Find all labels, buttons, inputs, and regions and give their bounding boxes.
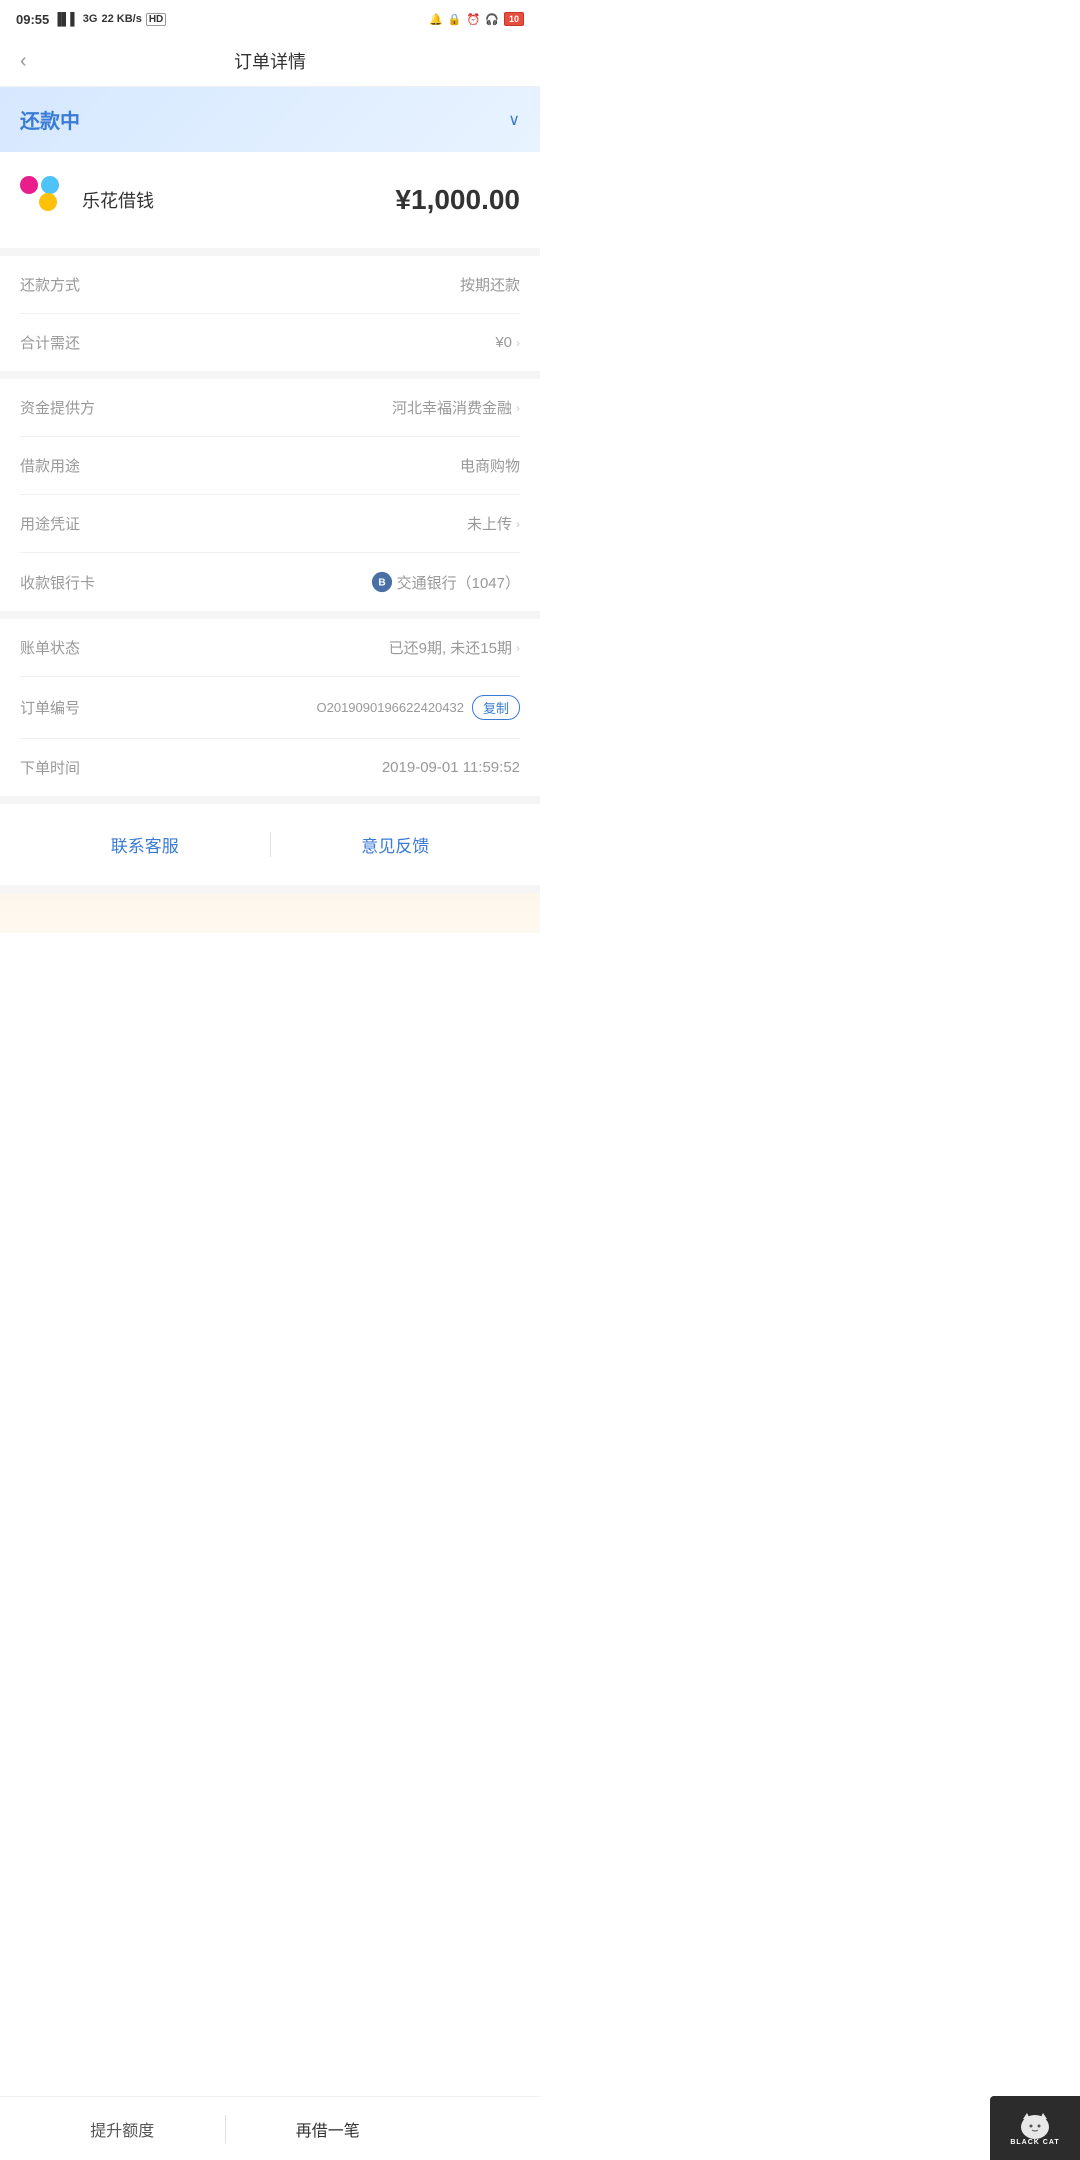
loan-purpose-value: 电商购物 — [460, 455, 520, 476]
logo-circle-yellow — [39, 193, 57, 211]
hd-icon: HD — [146, 13, 166, 26]
arrow-right-icon: › — [516, 336, 520, 350]
total-repay-label: 合计需还 — [20, 332, 80, 353]
order-time-label: 下单时间 — [20, 757, 80, 778]
battery-display: 10 — [504, 12, 524, 26]
repayment-method-label: 还款方式 — [20, 274, 80, 295]
loan-logo — [20, 176, 68, 224]
status-left: 09:55 ▐▌▌ 3G 22 KB/s HD — [16, 12, 166, 27]
vibrate-icon: 🔔 — [429, 13, 443, 26]
purpose-proof-row[interactable]: 用途凭证 未上传 › — [20, 495, 520, 553]
repayment-method-row: 还款方式 按期还款 — [20, 256, 520, 314]
arrow-right-icon-3: › — [516, 517, 520, 531]
warm-bg-area — [0, 893, 540, 933]
action-section: 联系客服 意见反馈 — [0, 804, 540, 893]
watermark-text: BLACK CAT — [1010, 2139, 1059, 2146]
loan-purpose-row: 借款用途 电商购物 — [20, 437, 520, 495]
total-repay-row[interactable]: 合计需还 ¥0 › — [20, 314, 520, 371]
alarm-icon: ⏰ — [467, 13, 481, 26]
order-time-row: 下单时间 2019-09-01 11:59:52 — [20, 739, 520, 796]
logo-circle-blue — [41, 176, 59, 194]
loan-info-left: 乐花借钱 — [20, 176, 154, 224]
bank-logo-icon: B — [371, 571, 393, 593]
borrow-again-button[interactable]: 再借一笔 — [226, 2107, 431, 2151]
arrow-right-icon-4: › — [516, 641, 520, 655]
fund-provider-label: 资金提供方 — [20, 397, 95, 418]
order-info-section: 账单状态 已还9期, 未还15期 › 订单编号 O201909019662242… — [0, 619, 540, 804]
chevron-down-icon: ∨ — [508, 110, 520, 130]
repayment-info-section: 还款方式 按期还款 合计需还 ¥0 › — [0, 256, 540, 379]
signal-icon: ▐▌▌ — [53, 12, 79, 26]
bill-status-label: 账单状态 — [20, 637, 80, 658]
loan-status-text: 还款中 — [20, 105, 80, 134]
bank-card-label: 收款银行卡 — [20, 572, 95, 593]
copy-button[interactable]: 复制 — [472, 695, 520, 720]
watermark: BLACK CAT — [990, 2096, 1080, 2160]
bank-card-row: 收款银行卡 B 交通银行（1047） — [20, 553, 520, 611]
purpose-proof-value[interactable]: 未上传 › — [467, 513, 520, 534]
watermark-content — [1019, 2111, 1051, 2139]
arrow-right-icon-2: › — [516, 401, 520, 415]
total-repay-value[interactable]: ¥0 › — [495, 334, 520, 351]
logo-circle-pink — [20, 176, 38, 194]
status-banner[interactable]: 还款中 ∨ — [0, 87, 540, 152]
loan-amount: ¥1,000.00 — [395, 184, 520, 216]
contact-service-button[interactable]: 联系客服 — [20, 824, 270, 865]
loan-card: 乐花借钱 ¥1,000.00 — [0, 152, 540, 256]
bottom-bar: 提升额度 再借一笔 — [0, 2096, 540, 2160]
svg-text:B: B — [378, 578, 385, 589]
repayment-method-value: 按期还款 — [460, 274, 520, 295]
order-time-value: 2019-09-01 11:59:52 — [382, 759, 520, 776]
time-display: 09:55 — [16, 12, 49, 27]
signal-3g: 3G — [83, 13, 98, 25]
bill-status-row[interactable]: 账单状态 已还9期, 未还15期 › — [20, 619, 520, 677]
upgrade-limit-button[interactable]: 提升额度 — [20, 2107, 225, 2151]
order-number-text: O2019090196622420432 — [317, 700, 464, 715]
bottom-spacer — [0, 933, 540, 1013]
order-number-label: 订单编号 — [20, 697, 80, 718]
page-header: ‹ 订单详情 — [0, 36, 540, 87]
bill-status-value[interactable]: 已还9期, 未还15期 › — [389, 637, 520, 658]
headphone-icon: 🎧 — [485, 13, 499, 26]
order-number-row: 订单编号 O2019090196622420432 复制 — [20, 677, 520, 739]
speed-display: 22 KB/s — [101, 13, 141, 25]
cat-logo-icon — [1019, 2111, 1051, 2139]
bank-card-value: B 交通银行（1047） — [371, 571, 520, 593]
loan-name: 乐花借钱 — [82, 187, 154, 213]
loan-purpose-label: 借款用途 — [20, 455, 80, 476]
status-bar: 09:55 ▐▌▌ 3G 22 KB/s HD 🔔 🔒 ⏰ 🎧 10 — [0, 0, 540, 36]
fund-provider-value[interactable]: 河北幸福消费金融 › — [392, 397, 520, 418]
feedback-button[interactable]: 意见反馈 — [271, 824, 521, 865]
purpose-proof-label: 用途凭证 — [20, 513, 80, 534]
status-right: 🔔 🔒 ⏰ 🎧 10 — [429, 12, 524, 26]
fund-info-section: 资金提供方 河北幸福消费金融 › 借款用途 电商购物 用途凭证 未上传 › 收款… — [0, 379, 540, 619]
order-number-value-container: O2019090196622420432 复制 — [88, 695, 520, 720]
fund-provider-row[interactable]: 资金提供方 河北幸福消费金融 › — [20, 379, 520, 437]
page-title: 订单详情 — [234, 48, 306, 74]
lock-icon: 🔒 — [448, 13, 462, 26]
back-button[interactable]: ‹ — [20, 50, 27, 73]
